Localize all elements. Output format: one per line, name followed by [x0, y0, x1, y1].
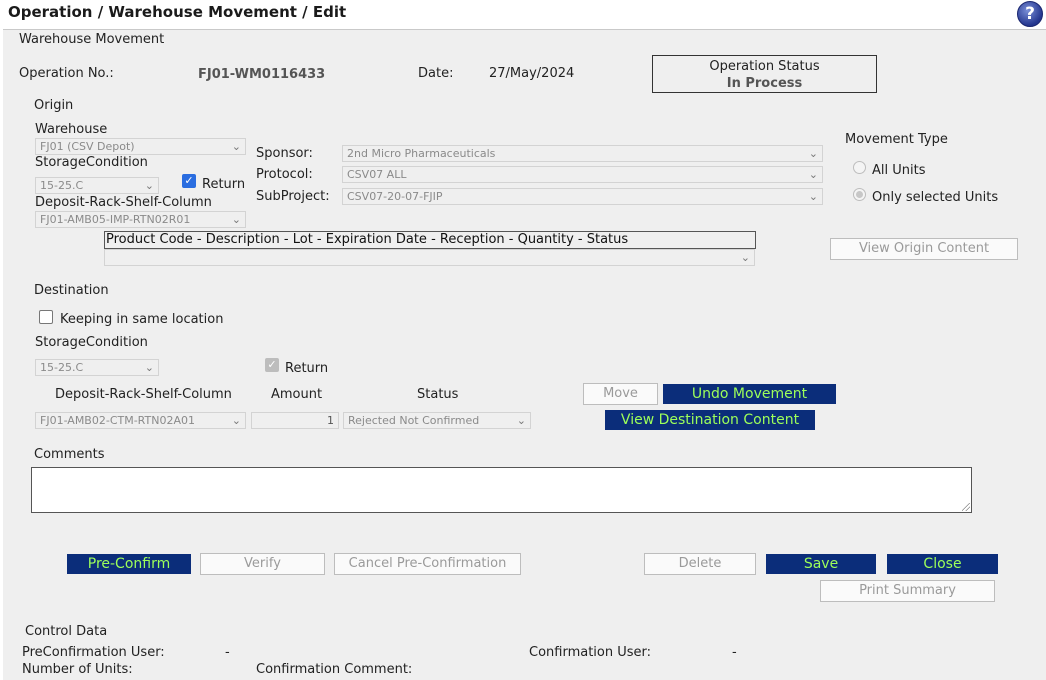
verify-button[interactable]: Verify [200, 553, 325, 575]
operation-no-value: FJ01-WM0116433 [198, 67, 326, 82]
page-title: Operation / Warehouse Movement / Edit [8, 3, 347, 21]
date-label: Date: [418, 66, 454, 81]
warehouse-label: Warehouse [35, 122, 108, 137]
keep-same-location-label: Keeping in same location [60, 312, 224, 327]
operation-status-value: In Process [726, 76, 803, 91]
move-button[interactable]: Move [583, 383, 658, 405]
comments-label: Comments [34, 447, 105, 462]
origin-storage-value: 15-25.C [40, 179, 84, 192]
number-of-units-label: Number of Units: [22, 662, 133, 677]
help-icon[interactable]: ? [1017, 1, 1043, 27]
destination-deposit-select[interactable]: FJ01-AMB02-CTM-RTN02A01 ⌄ [35, 412, 246, 429]
keep-same-location-checkbox[interactable] [39, 310, 53, 324]
radio-only-selected-units[interactable] [853, 188, 866, 201]
save-button[interactable]: Save [766, 554, 876, 574]
origin-deposit-label: Deposit-Rack-Shelf-Column [35, 195, 212, 210]
confirmation-user-label: Confirmation User: [529, 645, 652, 660]
section-title: Warehouse Movement [19, 32, 165, 47]
sponsor-label: Sponsor: [256, 146, 313, 161]
origin-return-checkbox[interactable]: ✓ [182, 174, 196, 188]
destination-status-value: Rejected Not Confirmed [348, 414, 480, 427]
warehouse-select-value: FJ01 (CSV Depot) [40, 140, 135, 153]
warehouse-select[interactable]: FJ01 (CSV Depot) ⌄ [35, 138, 246, 155]
chevron-down-icon: ⌄ [231, 213, 241, 226]
origin-storage-select[interactable]: 15-25.C ⌄ [35, 177, 159, 194]
amount-label: Amount [271, 387, 323, 402]
operation-status-box: Operation Status In Process [652, 55, 877, 93]
chevron-down-icon: ⌄ [231, 140, 241, 153]
print-summary-button[interactable]: Print Summary [820, 580, 995, 602]
operation-status-label: Operation Status [709, 59, 820, 74]
chevron-down-icon: ⌄ [231, 414, 241, 427]
comments-textarea[interactable] [31, 467, 972, 513]
date-value: 27/May/2024 [489, 66, 575, 81]
subproject-label: SubProject: [256, 189, 330, 204]
product-table-header: Product Code - Description - Lot - Expir… [104, 231, 756, 249]
destination-return-label: Return [285, 361, 329, 376]
preconfirmation-user-label: PreConfirmation User: [22, 645, 165, 660]
chevron-down-icon: ⌄ [144, 179, 154, 192]
chevron-down-icon: ⌄ [740, 251, 750, 264]
destination-return-checkbox[interactable]: ✓ [265, 358, 279, 372]
chevron-down-icon: ⌄ [144, 361, 154, 374]
subproject-select-value: CSV07-20-07-FJIP [347, 190, 443, 203]
close-button[interactable]: Close [887, 554, 998, 574]
protocol-select-value: CSV07 ALL [347, 168, 407, 181]
chevron-down-icon: ⌄ [808, 168, 818, 181]
radio-all-units-label: All Units [872, 163, 926, 178]
destination-storage-label: StorageCondition [35, 335, 148, 350]
control-data-heading: Control Data [25, 624, 108, 639]
subproject-select[interactable]: CSV07-20-07-FJIP ⌄ [342, 188, 823, 205]
view-origin-content-button[interactable]: View Origin Content [830, 238, 1018, 260]
origin-heading: Origin [34, 98, 74, 113]
protocol-select[interactable]: CSV07 ALL ⌄ [342, 166, 823, 183]
origin-deposit-select[interactable]: FJ01-AMB05-IMP-RTN02R01 ⌄ [35, 211, 246, 228]
delete-button[interactable]: Delete [644, 553, 756, 575]
destination-storage-value: 15-25.C [40, 361, 84, 374]
view-destination-content-button[interactable]: View Destination Content [605, 410, 815, 430]
origin-deposit-value: FJ01-AMB05-IMP-RTN02R01 [40, 213, 191, 226]
destination-status-select[interactable]: Rejected Not Confirmed ⌄ [343, 412, 531, 429]
resize-handle-icon[interactable] [962, 503, 970, 511]
destination-deposit-value: FJ01-AMB02-CTM-RTN02A01 [40, 414, 195, 427]
confirmation-comment-label: Confirmation Comment: [256, 662, 413, 677]
pre-confirm-button[interactable]: Pre-Confirm [67, 554, 191, 574]
undo-movement-button[interactable]: Undo Movement [663, 384, 836, 404]
product-select[interactable]: ⌄ [104, 249, 755, 266]
destination-heading: Destination [34, 283, 109, 298]
confirmation-user-value: - [732, 645, 737, 660]
origin-return-label: Return [202, 177, 246, 192]
amount-input[interactable]: 1 [251, 412, 339, 429]
chevron-down-icon: ⌄ [808, 190, 818, 203]
operation-no-label: Operation No.: [19, 66, 114, 81]
chevron-down-icon: ⌄ [516, 414, 526, 427]
radio-all-units[interactable] [853, 161, 866, 174]
origin-storage-label: StorageCondition [35, 155, 148, 170]
destination-storage-select[interactable]: 15-25.C ⌄ [35, 359, 159, 376]
protocol-label: Protocol: [256, 167, 313, 182]
sponsor-select-value: 2nd Micro Pharmaceuticals [347, 147, 496, 160]
preconfirmation-user-value: - [225, 645, 230, 660]
cancel-pre-confirmation-button[interactable]: Cancel Pre-Confirmation [334, 553, 521, 575]
radio-only-selected-label: Only selected Units [872, 190, 999, 205]
destination-deposit-label: Deposit-Rack-Shelf-Column [55, 387, 232, 402]
chevron-down-icon: ⌄ [808, 147, 818, 160]
sponsor-select[interactable]: 2nd Micro Pharmaceuticals ⌄ [342, 145, 823, 162]
status-label: Status [417, 387, 459, 402]
movement-type-label: Movement Type [845, 132, 948, 147]
